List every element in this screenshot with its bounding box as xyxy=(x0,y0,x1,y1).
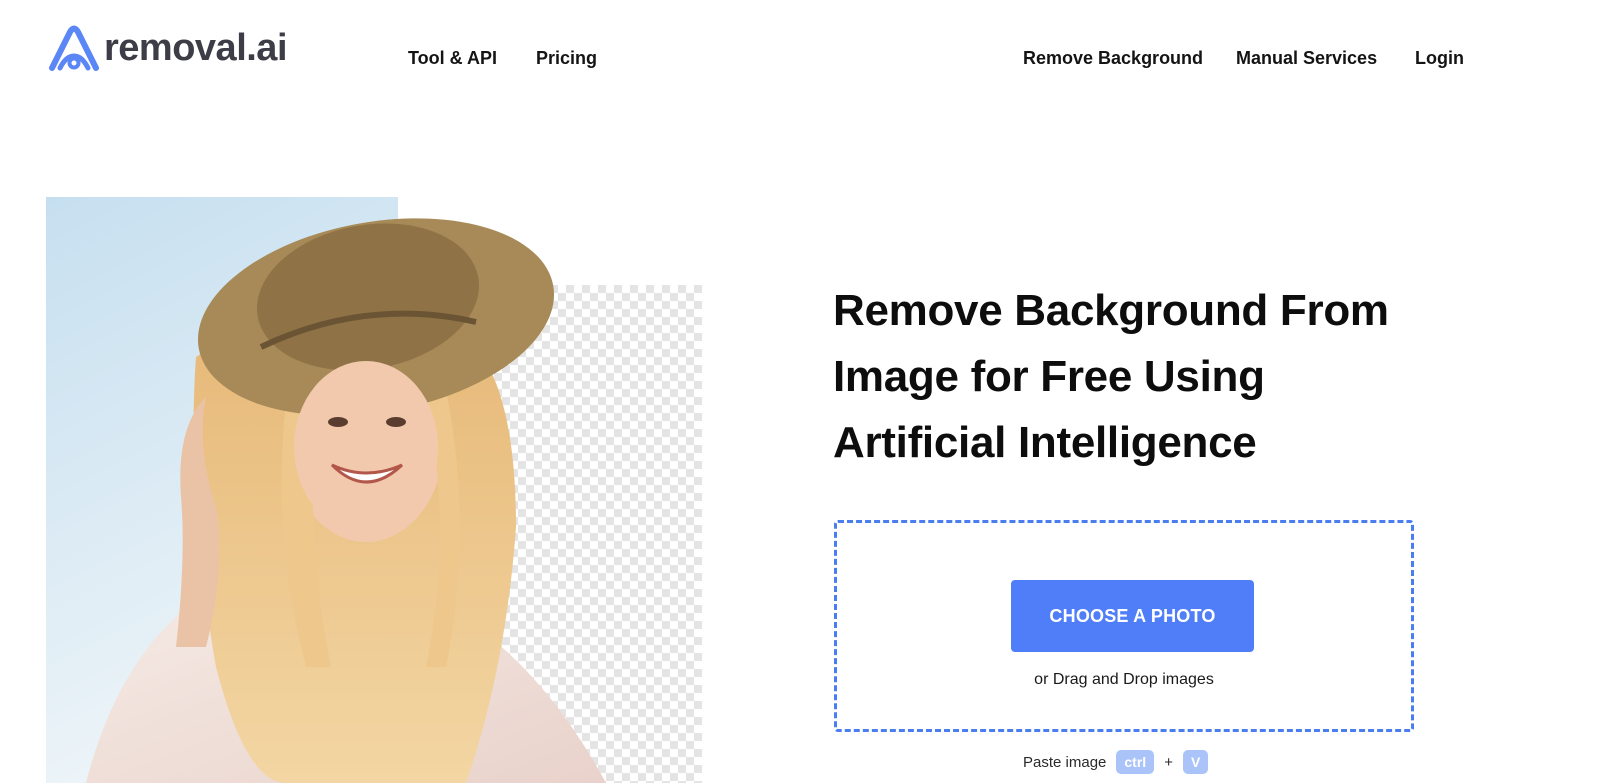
page-title: Remove Background From Image for Free Us… xyxy=(833,278,1473,476)
logo-link[interactable]: removal.ai xyxy=(46,22,288,74)
ctrl-key-badge: ctrl xyxy=(1116,750,1155,774)
v-key-badge: V xyxy=(1182,750,1209,774)
drag-drop-hint: or Drag and Drop images xyxy=(1034,671,1214,688)
headline-line-2: Image for Free Using xyxy=(833,352,1265,401)
nav-tool-api[interactable]: Tool & API xyxy=(408,47,497,69)
nav-manual-services[interactable]: Manual Services xyxy=(1236,47,1377,69)
hero-photo-illustration xyxy=(46,197,702,783)
site-header: removal.ai Tool & API Pricing Remove Bac… xyxy=(0,0,1600,120)
nav-remove-background[interactable]: Remove Background xyxy=(1023,47,1203,69)
paste-hint: Paste image ctrl + V xyxy=(1023,749,1209,775)
paste-label: Paste image xyxy=(1023,753,1107,771)
logo-text: removal.ai xyxy=(104,27,288,69)
hero-image xyxy=(46,197,702,783)
headline-line-1: Remove Background From xyxy=(833,286,1389,335)
upload-dropzone[interactable]: CHOOSE A PHOTO or Drag and Drop images xyxy=(834,520,1414,732)
removal-ai-logo-icon xyxy=(49,25,99,71)
nav-login[interactable]: Login xyxy=(1415,47,1464,69)
plus-sign: + xyxy=(1164,753,1173,771)
headline-line-3: Artificial Intelligence xyxy=(833,418,1257,467)
nav-pricing[interactable]: Pricing xyxy=(536,47,597,69)
choose-photo-button[interactable]: CHOOSE A PHOTO xyxy=(1011,580,1254,652)
